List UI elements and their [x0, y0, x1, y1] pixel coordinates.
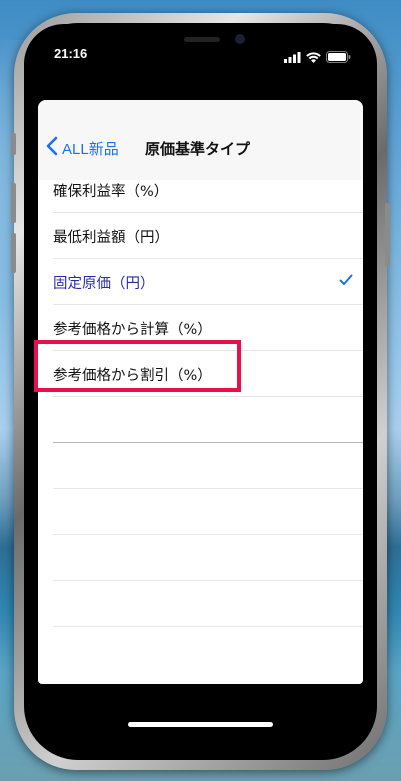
speaker-grille	[184, 37, 220, 42]
navigation-bar: ALL新品 原価基準タイプ	[38, 130, 363, 168]
checkmark-icon	[339, 271, 353, 290]
option-label: 固定原価（円）	[53, 276, 155, 292]
power-button	[385, 203, 390, 267]
option-row-fixed-cost[interactable]: 固定原価（円）	[53, 259, 363, 305]
highlight-box	[34, 340, 241, 392]
chevron-left-icon	[46, 136, 58, 160]
empty-row	[53, 443, 363, 489]
wifi-icon	[306, 48, 321, 67]
option-row-profit-rate[interactable]: 確保利益率（%）	[53, 167, 363, 213]
option-label: 最低利益額（円）	[53, 230, 169, 246]
home-indicator[interactable]	[128, 722, 273, 727]
empty-row	[53, 489, 363, 535]
empty-row	[53, 535, 363, 581]
volume-down-button	[11, 233, 16, 273]
option-label: 参考価格から計算（%）	[53, 322, 212, 338]
notch	[108, 24, 294, 56]
option-row-min-profit[interactable]: 最低利益額（円）	[53, 213, 363, 259]
option-label: 確保利益率（%）	[53, 184, 169, 200]
empty-row	[53, 397, 363, 443]
modal-sheet: ALL新品 原価基準タイプ 確保利益率（%） 最低利益額（円） 固定原価（円） …	[38, 100, 363, 684]
page-title: 原価基準タイプ	[145, 140, 251, 158]
back-button[interactable]: ALL新品	[46, 136, 119, 160]
side-button	[11, 133, 16, 155]
back-button-label: ALL新品	[62, 140, 119, 158]
option-list: 確保利益率（%） 最低利益額（円） 固定原価（円） 参考価格から計算（%） 参考…	[38, 167, 363, 627]
empty-row	[53, 581, 363, 627]
status-icons	[284, 48, 351, 67]
status-time: 21:16	[54, 46, 88, 61]
battery-icon	[326, 48, 351, 67]
volume-up-button	[11, 183, 16, 223]
front-camera	[235, 34, 245, 44]
